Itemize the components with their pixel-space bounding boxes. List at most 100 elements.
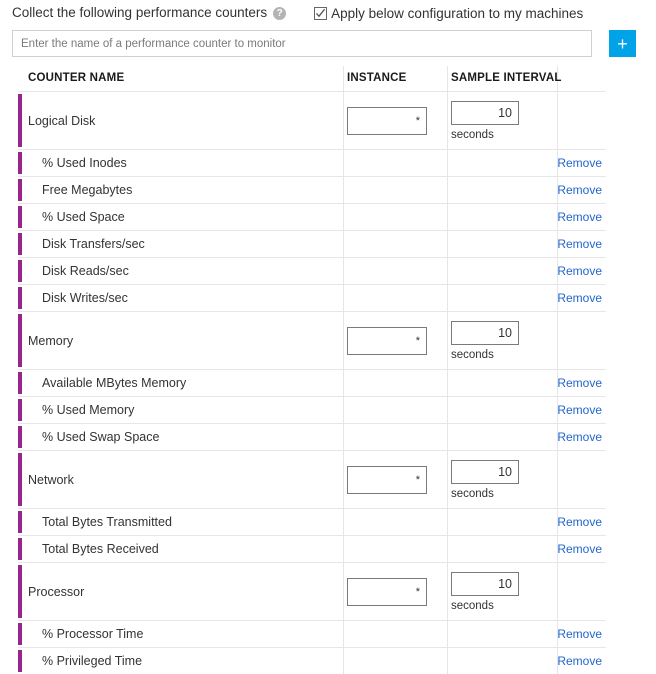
actions-cell: Remove [557, 536, 606, 562]
counter-row: Disk Writes/sec Remove [18, 284, 606, 311]
counter-name: Available MBytes Memory [42, 376, 187, 390]
counter-name: % Used Memory [42, 403, 135, 417]
counter-group-row: Memory seconds [18, 311, 606, 369]
remove-counter-link[interactable]: Remove [557, 156, 602, 170]
counter-row: Total Bytes Received Remove [18, 535, 606, 562]
group-accent-bar [18, 372, 22, 394]
group-accent-bar [18, 565, 22, 618]
apply-configuration-toggle[interactable]: Apply below configuration to my machines [314, 6, 583, 21]
column-divider [343, 424, 344, 450]
remove-counter-link[interactable]: Remove [557, 654, 602, 668]
counter-row: Available MBytes Memory Remove [18, 369, 606, 396]
counter-name: Disk Writes/sec [42, 291, 128, 305]
column-divider [343, 150, 344, 176]
column-divider [343, 621, 344, 647]
page-title-text: Collect the following performance counte… [12, 5, 268, 20]
help-icon[interactable]: ? [273, 7, 287, 20]
column-divider [343, 312, 344, 369]
column-divider [343, 285, 344, 311]
column-divider [343, 231, 344, 257]
column-divider [447, 424, 448, 450]
actions-cell [557, 451, 606, 508]
sample-interval-input[interactable] [451, 320, 519, 345]
remove-counter-link[interactable]: Remove [557, 210, 602, 224]
remove-counter-link[interactable]: Remove [557, 376, 602, 390]
group-accent-bar [18, 511, 22, 533]
remove-counter-link[interactable]: Remove [557, 183, 602, 197]
column-divider [343, 92, 344, 149]
remove-counter-link[interactable]: Remove [557, 627, 602, 641]
counter-name: % Used Swap Space [42, 430, 160, 444]
counter-group-name: Network [28, 472, 74, 487]
checkmark-icon [316, 8, 326, 17]
table-header-row: COUNTER NAME INSTANCE SAMPLE INTERVAL [18, 66, 606, 91]
instance-input[interactable] [347, 465, 427, 494]
performance-counters-table: COUNTER NAME INSTANCE SAMPLE INTERVAL Lo… [18, 66, 606, 674]
column-divider [343, 563, 344, 620]
sample-interval-cell: seconds [451, 312, 519, 369]
group-accent-bar [18, 94, 22, 147]
column-header-instance: INSTANCE [347, 72, 407, 84]
column-divider [447, 177, 448, 203]
group-accent-bar [18, 287, 22, 309]
actions-cell: Remove [557, 285, 606, 311]
sample-interval-input[interactable] [451, 571, 519, 596]
counter-name: Total Bytes Transmitted [42, 515, 172, 529]
counter-group-row: Logical Disk seconds [18, 91, 606, 149]
actions-cell [557, 92, 606, 149]
group-accent-bar [18, 233, 22, 255]
table-body: Logical Diskseconds% Used InodesRemoveFr… [18, 91, 606, 674]
actions-cell: Remove [557, 370, 606, 396]
column-divider [343, 204, 344, 230]
instance-input[interactable] [347, 106, 427, 135]
sample-interval-input[interactable] [451, 100, 519, 125]
remove-counter-link[interactable]: Remove [557, 403, 602, 417]
counter-group-name: Logical Disk [28, 113, 96, 128]
actions-cell: Remove [557, 258, 606, 284]
remove-counter-link[interactable]: Remove [557, 264, 602, 278]
actions-cell [557, 312, 606, 369]
add-counter-row: + [12, 30, 644, 57]
counter-row: % Privileged Time Remove [18, 647, 606, 674]
remove-counter-link[interactable]: Remove [557, 542, 602, 556]
sample-interval-input[interactable] [451, 459, 519, 484]
actions-cell: Remove [557, 397, 606, 423]
counter-name: Disk Reads/sec [42, 264, 129, 278]
sample-interval-unit: seconds [451, 487, 494, 500]
counter-name: % Processor Time [42, 627, 144, 641]
column-divider [447, 509, 448, 535]
column-divider [447, 312, 448, 369]
remove-counter-link[interactable]: Remove [557, 237, 602, 251]
instance-input[interactable] [347, 326, 427, 355]
actions-cell [557, 563, 606, 620]
column-divider [447, 150, 448, 176]
column-divider [343, 451, 344, 508]
column-divider [447, 204, 448, 230]
column-divider [343, 509, 344, 535]
remove-counter-link[interactable]: Remove [557, 515, 602, 529]
apply-configuration-checkbox[interactable] [314, 6, 328, 20]
counter-name: Disk Transfers/sec [42, 237, 145, 251]
counter-group-name: Processor [28, 584, 85, 599]
counter-row: % Used Swap Space Remove [18, 423, 606, 450]
remove-counter-link[interactable]: Remove [557, 430, 602, 444]
actions-cell: Remove [557, 509, 606, 535]
column-divider [447, 66, 448, 91]
instance-input[interactable] [347, 577, 427, 606]
counter-name: Free Megabytes [42, 183, 133, 197]
sample-interval-unit: seconds [451, 128, 494, 141]
column-divider [343, 66, 344, 91]
group-accent-bar [18, 152, 22, 174]
counter-name-input[interactable] [12, 30, 592, 57]
group-accent-bar [18, 179, 22, 201]
add-counter-button[interactable]: + [609, 30, 636, 57]
page-title: Collect the following performance counte… [12, 0, 287, 26]
instance-cell [347, 563, 427, 620]
sample-interval-unit: seconds [451, 599, 494, 612]
counter-row: Total Bytes Transmitted Remove [18, 508, 606, 535]
column-divider [447, 231, 448, 257]
sample-interval-cell: seconds [451, 451, 519, 508]
remove-counter-link[interactable]: Remove [557, 291, 602, 305]
instance-cell [347, 92, 427, 149]
group-accent-bar [18, 623, 22, 645]
